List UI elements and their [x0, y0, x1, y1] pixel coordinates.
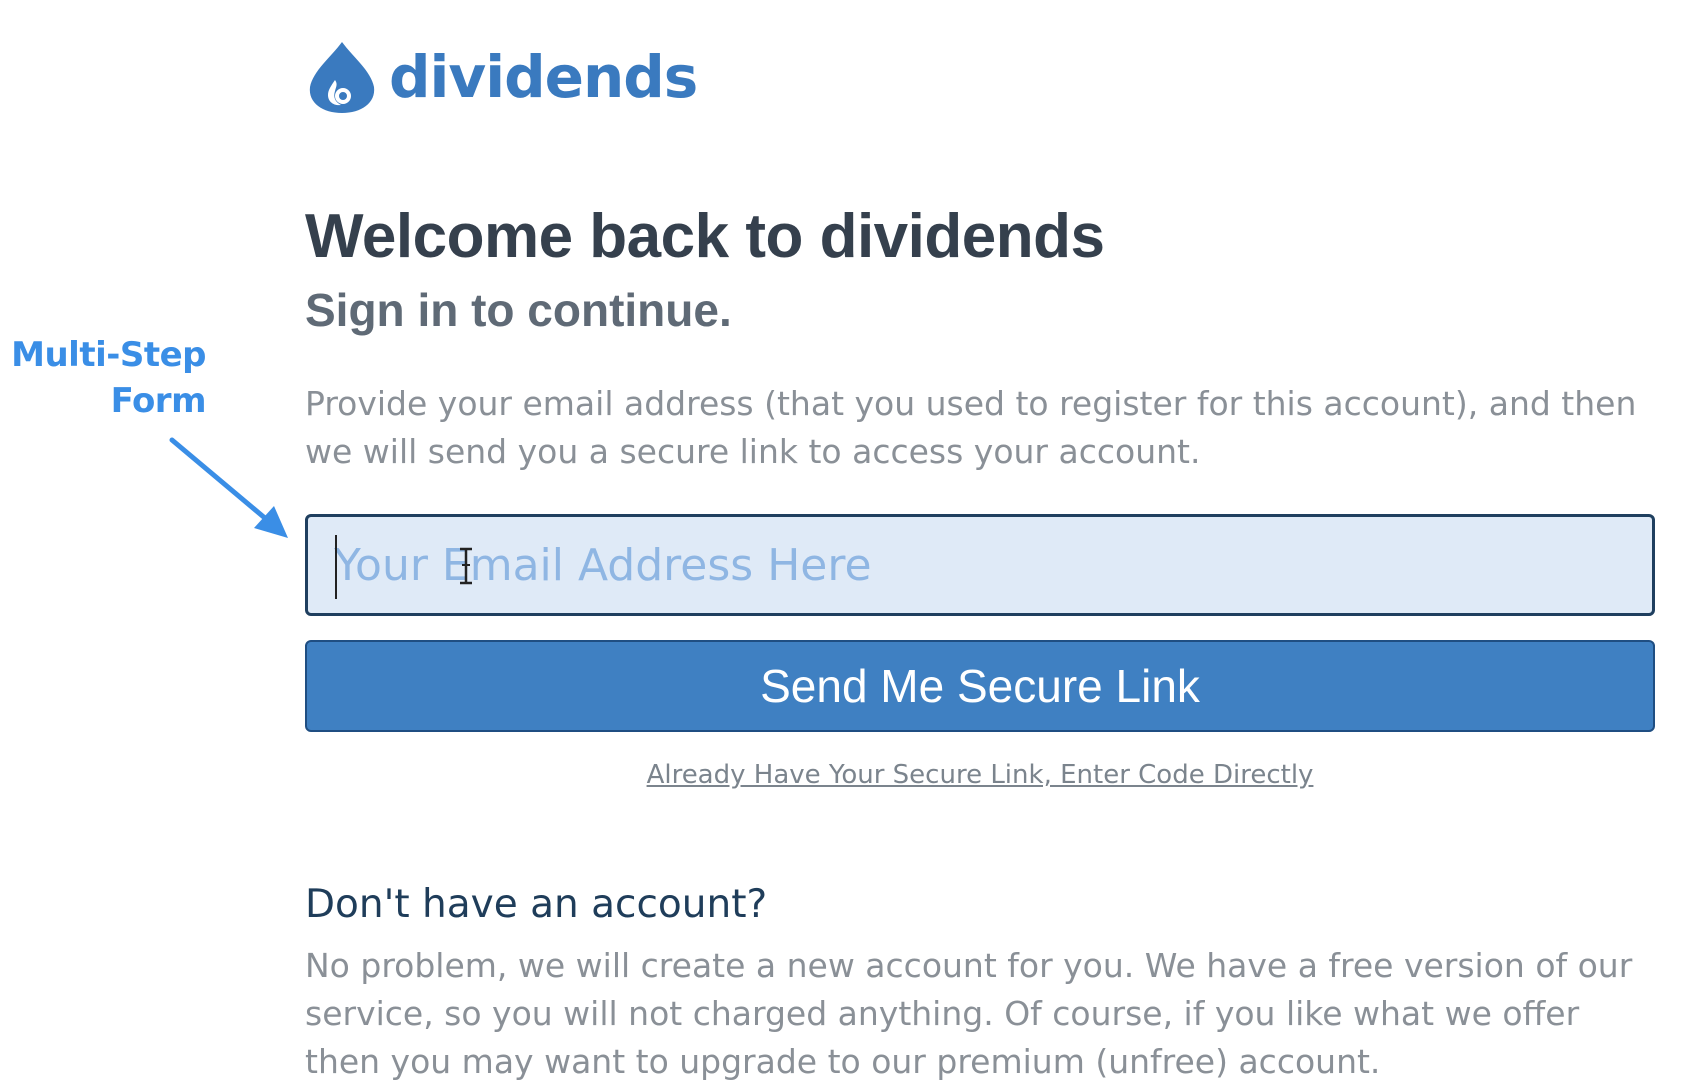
annotation-label: Multi-Step Form [0, 332, 206, 424]
email-field[interactable] [305, 514, 1655, 616]
brand-header: dividends [305, 36, 1659, 118]
send-secure-link-button[interactable]: Send Me Secure Link [305, 640, 1655, 732]
annotation-line-1: Multi-Step [11, 335, 206, 375]
signup-heading: Don't have an account? [305, 882, 768, 927]
ibeam-cursor-icon [460, 547, 472, 585]
signup-description: No problem, we will create a new account… [305, 946, 1633, 1081]
water-drop-icon [309, 42, 375, 113]
enter-code-link[interactable]: Already Have Your Secure Link, Enter Cod… [647, 760, 1314, 790]
signin-description: Provide your email address (that you use… [305, 384, 1637, 471]
annotation-arrow-icon [169, 437, 288, 538]
page-title: Welcome back to dividends [305, 202, 1105, 271]
brand-name: dividends [389, 43, 698, 111]
email-input[interactable] [308, 517, 1652, 613]
annotation-line-2: Form [110, 381, 207, 421]
code-link-row: Already Have Your Secure Link, Enter Cod… [305, 760, 1655, 790]
page-subtitle: Sign in to continue. [305, 284, 732, 336]
signin-panel: dividends Welcome back to dividends Sign… [305, 36, 1659, 1086]
text-caret [335, 535, 337, 599]
